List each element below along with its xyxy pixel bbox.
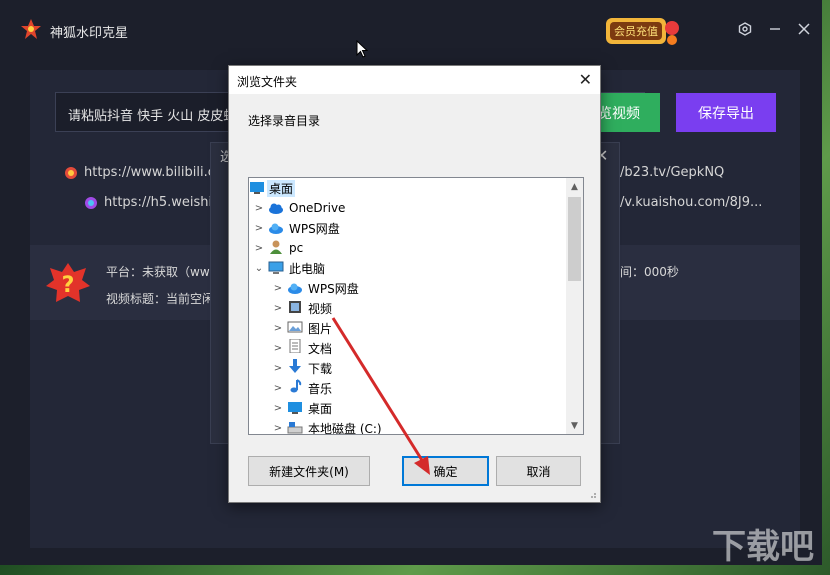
tree-item-local-disk-c[interactable]: > 本地磁盘 (C:) xyxy=(249,418,567,435)
browse-folder-dialog: 浏览文件夹 ✕ 选择录音目录 桌面 > OneDrive > WPS网盘 > p… xyxy=(228,65,601,503)
computer-icon xyxy=(268,261,284,274)
app-title: 神狐水印克星 xyxy=(50,26,129,41)
chevron-right-icon[interactable]: > xyxy=(273,423,283,434)
chevron-down-icon[interactable]: ⌄ xyxy=(254,263,264,274)
video-folder-icon xyxy=(289,301,301,313)
tree-item-label: OneDrive xyxy=(289,201,346,215)
tree-scrollbar[interactable]: ▲ ▼ xyxy=(566,178,583,434)
tree-item-desktop[interactable]: 桌面 xyxy=(249,178,567,198)
save-export-button[interactable]: 保存导出 xyxy=(676,93,776,132)
folder-tree[interactable]: 桌面 > OneDrive > WPS网盘 > pc ⌄ 此电脑 > WPS网盘… xyxy=(248,177,584,435)
example-url-left: https://www.bilibili.co xyxy=(84,165,223,180)
site-watermark: 下载吧 xyxy=(712,527,814,567)
dialog-close-icon[interactable]: ✕ xyxy=(579,70,592,89)
scroll-down-icon[interactable]: ▼ xyxy=(566,417,583,434)
wps-cloud-icon xyxy=(288,283,302,294)
chevron-right-icon[interactable]: > xyxy=(273,363,283,374)
tree-item-videos[interactable]: > 视频 xyxy=(249,298,567,318)
tree-item-label: pc xyxy=(289,241,304,255)
tree-item-downloads[interactable]: > 下载 xyxy=(249,358,567,378)
example-url-right: /b23.tv/GepkNQ xyxy=(620,165,725,180)
vip-banner-text: 会员充值 xyxy=(614,24,658,38)
tree-item-music[interactable]: > 音乐 xyxy=(249,378,567,398)
tree-item-label: 文档 xyxy=(308,341,333,356)
chevron-right-icon[interactable]: > xyxy=(254,243,264,254)
tree-item-pc-user[interactable]: > pc xyxy=(249,238,567,258)
chevron-right-icon[interactable]: > xyxy=(254,203,264,214)
cancel-button[interactable]: 取消 xyxy=(496,456,581,486)
scroll-up-icon[interactable]: ▲ xyxy=(566,178,583,195)
tree-item-label: 桌面 xyxy=(308,401,333,416)
desktop-icon xyxy=(288,402,302,414)
tree-item-label: 视频 xyxy=(308,301,333,316)
tree-item-onedrive[interactable]: > OneDrive xyxy=(249,198,567,218)
tree-item-documents[interactable]: > 文档 xyxy=(249,338,567,358)
svg-text:?: ? xyxy=(62,273,75,298)
music-folder-icon xyxy=(290,379,302,393)
chevron-right-icon[interactable]: > xyxy=(273,383,283,394)
tree-item-wps-cloud-sub[interactable]: > WPS网盘 xyxy=(249,278,567,298)
tree-item-pictures[interactable]: > 图片 xyxy=(249,318,567,338)
tree-item-label: 图片 xyxy=(308,321,333,336)
platform-label: 平台：未获取（ww xyxy=(106,265,210,279)
scroll-thumb[interactable] xyxy=(568,197,581,281)
resize-grip-icon[interactable] xyxy=(587,489,597,499)
drive-icon xyxy=(287,422,303,434)
minimize-icon[interactable] xyxy=(766,20,784,38)
tree-item-desktop-sub[interactable]: > 桌面 xyxy=(249,398,567,418)
vip-recharge-banner[interactable]: 会员充值 xyxy=(604,14,682,48)
cloud-icon xyxy=(269,203,283,214)
tree-item-label: WPS网盘 xyxy=(308,281,359,296)
video-title-label: 视频标题：当前空闲 xyxy=(106,292,215,306)
chevron-right-icon[interactable]: > xyxy=(273,403,283,414)
dialog-prompt: 选择录音目录 xyxy=(248,114,321,128)
download-folder-icon xyxy=(289,359,301,373)
chevron-right-icon[interactable]: > xyxy=(273,303,283,314)
wps-cloud-icon xyxy=(269,223,283,234)
example-url-right: /v.kuaishou.com/8J9... xyxy=(620,195,763,210)
new-folder-button[interactable]: 新建文件夹(M) xyxy=(248,456,370,486)
tree-item-wps-cloud[interactable]: > WPS网盘 xyxy=(249,218,567,238)
dialog-title: 浏览文件夹 xyxy=(237,75,298,89)
example-url-left: https://h5.weishi.c xyxy=(104,195,224,210)
tree-item-this-pc[interactable]: ⌄ 此电脑 xyxy=(249,258,567,278)
watermark-text: 下载吧 xyxy=(712,527,814,567)
tree-item-label: 下载 xyxy=(308,361,333,376)
bilibili-icon xyxy=(65,167,77,179)
document-folder-icon xyxy=(289,339,301,353)
fox-logo-icon xyxy=(21,19,41,39)
chevron-right-icon[interactable]: > xyxy=(273,323,283,334)
ok-button[interactable]: 确定 xyxy=(402,456,489,486)
tree-item-label: 桌面 xyxy=(267,179,296,197)
chevron-right-icon[interactable]: > xyxy=(273,283,283,294)
dialog-title-bar: 浏览文件夹 ✕ xyxy=(229,66,600,94)
chevron-right-icon[interactable]: > xyxy=(273,343,283,354)
tree-item-label: 此电脑 xyxy=(289,261,326,276)
close-icon[interactable] xyxy=(795,20,813,38)
tree-item-label: 本地磁盘 (C:) xyxy=(308,421,382,435)
tree-item-label: 音乐 xyxy=(308,381,333,396)
tree-item-label: WPS网盘 xyxy=(289,221,340,236)
user-icon xyxy=(270,240,282,254)
unknown-video-icon: ? xyxy=(46,263,90,302)
desktop-icon xyxy=(250,182,264,194)
settings-icon[interactable] xyxy=(736,20,754,38)
picture-folder-icon xyxy=(287,321,303,333)
mouse-cursor-icon xyxy=(356,40,368,58)
chevron-right-icon[interactable]: > xyxy=(254,223,264,234)
weishi-icon xyxy=(85,197,97,209)
title-bar: 神狐水印克星 会员充值 xyxy=(0,0,822,60)
duration-label: 间：000秒 xyxy=(620,265,679,279)
